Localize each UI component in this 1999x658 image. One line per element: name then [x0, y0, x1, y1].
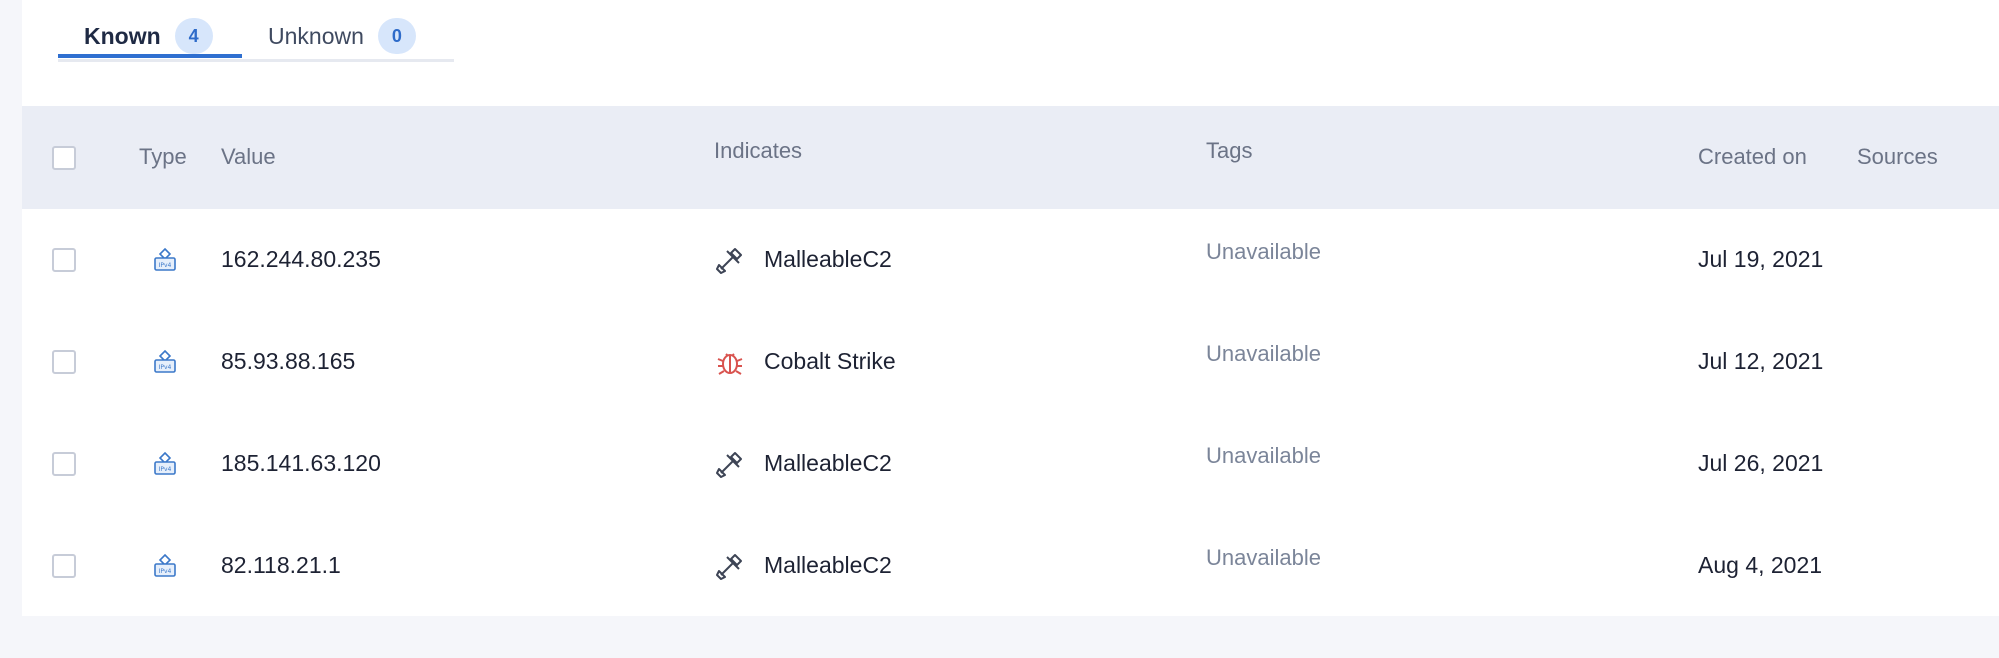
- created-on-date: Jul 12, 2021: [1698, 348, 1824, 374]
- indicator-value[interactable]: 162.244.80.235: [221, 246, 381, 273]
- tab-known-label: Known: [84, 22, 161, 49]
- indicates-label[interactable]: MalleableC2: [764, 552, 892, 579]
- header-value[interactable]: Value: [221, 144, 276, 170]
- tab-track: [58, 59, 454, 62]
- table-row[interactable]: IPv4 185.141.63.120 MalleableC2 Unavaila…: [22, 413, 1999, 515]
- tab-known-count-badge: 4: [174, 18, 213, 54]
- table-row[interactable]: IPv4 85.93.88.165 Cobalt Strike Unavaila…: [22, 311, 1999, 413]
- tab-unknown[interactable]: Unknown 0: [268, 14, 416, 58]
- tab-unknown-label: Unknown: [268, 22, 364, 49]
- tools-icon: [716, 554, 742, 580]
- tab-known[interactable]: Known 4: [58, 14, 242, 58]
- indicates-label[interactable]: Cobalt Strike: [764, 348, 896, 375]
- tools-icon: [716, 248, 742, 274]
- svg-text:IPv4: IPv4: [159, 568, 172, 575]
- ip-address-icon: IPv4: [154, 349, 176, 373]
- tags-value: Unavailable: [1206, 239, 1321, 264]
- tags-value: Unavailable: [1206, 341, 1321, 366]
- svg-text:IPv4: IPv4: [159, 262, 172, 269]
- bug-icon: [717, 353, 743, 375]
- table-row[interactable]: IPv4 82.118.21.1 MalleableC2 Unavailable…: [22, 515, 1999, 617]
- active-tab-underline: [58, 54, 242, 58]
- indicates-label[interactable]: MalleableC2: [764, 246, 892, 273]
- row-checkbox[interactable]: [52, 350, 76, 374]
- header-tags[interactable]: Tags: [1206, 138, 1252, 164]
- table-header: Type Value Indicates Tags Created on Sou…: [22, 106, 1999, 209]
- svg-text:IPv4: IPv4: [159, 466, 172, 473]
- tab-unknown-count-badge: 0: [377, 18, 416, 54]
- tags-value: Unavailable: [1206, 443, 1321, 468]
- row-checkbox[interactable]: [52, 248, 76, 272]
- ip-address-icon: IPv4: [154, 553, 176, 577]
- tools-icon: [716, 452, 742, 478]
- tags-value: Unavailable: [1206, 545, 1321, 570]
- indicator-value[interactable]: 185.141.63.120: [221, 450, 381, 477]
- select-all-checkbox[interactable]: [52, 146, 76, 170]
- row-checkbox[interactable]: [52, 554, 76, 578]
- ip-address-icon: IPv4: [154, 247, 176, 271]
- tab-bar: Known 4 Unknown 0: [58, 0, 454, 62]
- created-on-date: Aug 4, 2021: [1698, 552, 1823, 578]
- table-row[interactable]: IPv4 162.244.80.235 MalleableC2 Unavaila…: [22, 209, 1999, 311]
- indicates-label[interactable]: MalleableC2: [764, 450, 892, 477]
- created-on-date: Jul 19, 2021: [1698, 246, 1824, 272]
- svg-text:IPv4: IPv4: [159, 364, 172, 371]
- created-on-date: Jul 26, 2021: [1698, 450, 1824, 476]
- header-type[interactable]: Type: [139, 144, 187, 170]
- header-created-on[interactable]: Created on: [1698, 144, 1807, 170]
- ip-address-icon: IPv4: [154, 451, 176, 475]
- header-sources[interactable]: Sources: [1857, 144, 1938, 170]
- indicator-value[interactable]: 85.93.88.165: [221, 348, 355, 375]
- header-indicates[interactable]: Indicates: [714, 138, 802, 164]
- indicator-value[interactable]: 82.118.21.1: [221, 552, 341, 579]
- row-checkbox[interactable]: [52, 452, 76, 476]
